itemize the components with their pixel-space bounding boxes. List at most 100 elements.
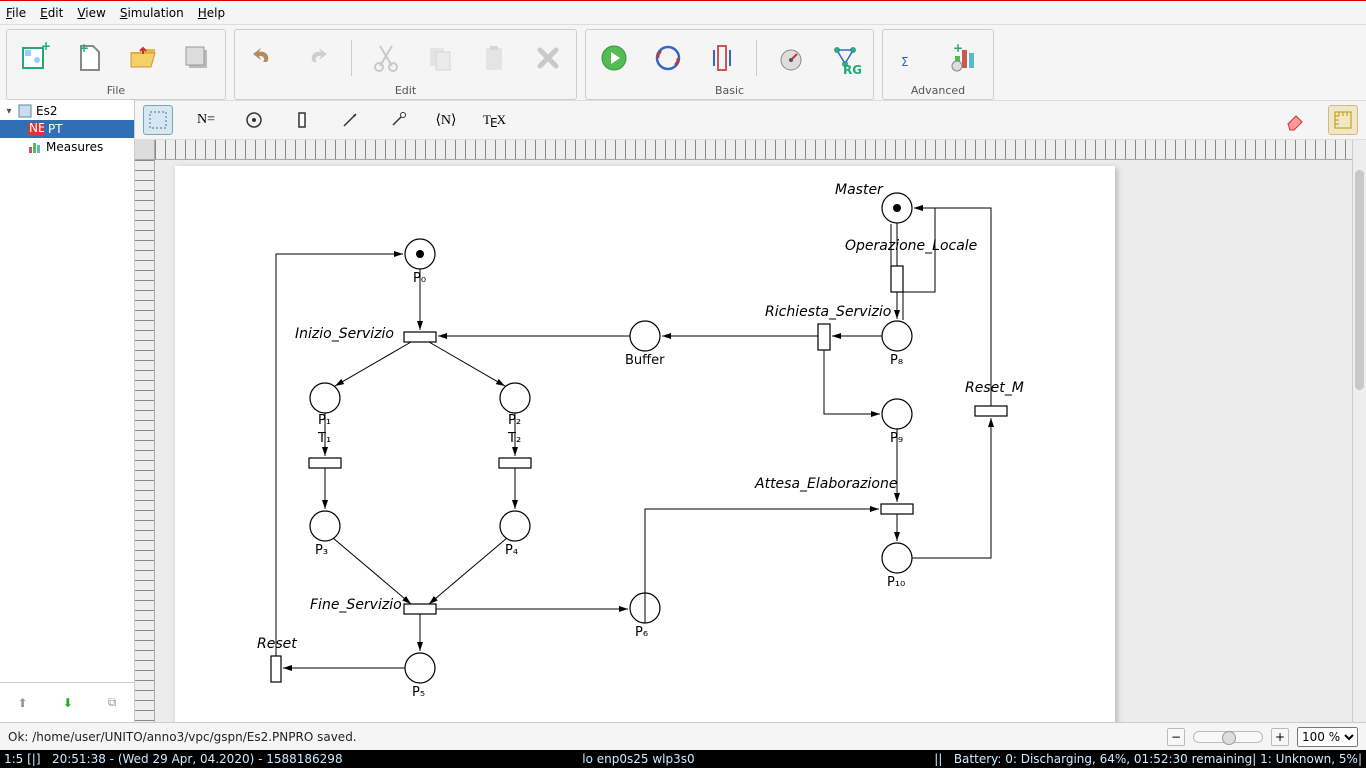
status-message: Ok: /home/user/UNITO/anno3/vpc/gspn/Es2.… bbox=[8, 730, 1155, 744]
toolbar-group-file-label: File bbox=[107, 82, 125, 99]
tex-tool[interactable]: TEX bbox=[479, 105, 509, 135]
open-button[interactable] bbox=[121, 36, 165, 80]
tree-root-label: Es2 bbox=[36, 104, 57, 118]
zoom-select[interactable]: 100 % bbox=[1297, 727, 1358, 747]
copy-button[interactable] bbox=[418, 36, 462, 80]
project-icon bbox=[18, 104, 32, 118]
arc-tool[interactable] bbox=[335, 105, 365, 135]
ruler-vertical bbox=[135, 160, 155, 722]
delete-button[interactable] bbox=[526, 36, 570, 80]
svg-text:RG: RG bbox=[843, 63, 861, 74]
select-tool[interactable] bbox=[143, 105, 173, 135]
svg-text:+: + bbox=[41, 42, 51, 53]
duplicate-button[interactable]: ⧉ bbox=[108, 695, 117, 710]
palette-toolbar: N= ⟨N⟩ TEX bbox=[135, 100, 1366, 140]
menu-view[interactable]: View bbox=[77, 6, 105, 20]
canvas-area: P₀ Inizio_Servizio P₁ P₂ T₁ T₂ bbox=[135, 140, 1366, 722]
chart-button[interactable]: + bbox=[943, 36, 987, 80]
sigma-button[interactable]: Σ bbox=[889, 36, 933, 80]
svg-text:NET: NET bbox=[29, 123, 44, 135]
move-down-button[interactable]: ⬇ bbox=[63, 696, 73, 710]
main-toolbar: + + File Edit bbox=[0, 25, 1366, 100]
status-bar: Ok: /home/user/UNITO/anno3/vpc/gspn/Es2.… bbox=[0, 722, 1366, 750]
tree-item-label: PT bbox=[48, 122, 63, 136]
menu-edit[interactable]: Edit bbox=[40, 6, 63, 20]
svg-text:P₁₀: P₁₀ bbox=[887, 575, 905, 590]
tree-item-label: Measures bbox=[46, 140, 103, 154]
eraser-tool[interactable] bbox=[1280, 105, 1310, 135]
menu-file[interactable]: File bbox=[6, 6, 26, 20]
svg-text:P₄: P₄ bbox=[505, 543, 518, 558]
svg-text:Fine_Servizio: Fine_Servizio bbox=[310, 597, 402, 613]
expand-icon[interactable]: ▾ bbox=[4, 106, 14, 117]
svg-text:P₅: P₅ bbox=[412, 685, 425, 700]
main-area: ▾ Es2 NET PT Measures ⬆ ⬇ ⧉ bbox=[0, 100, 1366, 722]
new-net-button[interactable]: + bbox=[13, 36, 57, 80]
tree-buttons: ⬆ ⬇ ⧉ bbox=[0, 682, 134, 722]
transition-tool[interactable] bbox=[287, 105, 317, 135]
project-tree: ▾ Es2 NET PT Measures ⬆ ⬇ ⧉ bbox=[0, 100, 135, 722]
ruler-toggle[interactable] bbox=[1328, 105, 1358, 135]
reachability-button[interactable]: RG bbox=[823, 36, 867, 80]
toolbar-group-edit-label: Edit bbox=[395, 82, 416, 99]
svg-text:Reset: Reset bbox=[257, 636, 297, 652]
toolbar-group-basic-label: Basic bbox=[715, 82, 744, 99]
angle-tool[interactable]: ⟨N⟩ bbox=[431, 105, 461, 135]
menu-simulation[interactable]: Simulation bbox=[120, 6, 184, 20]
ruler-corner bbox=[135, 140, 155, 160]
zoom-controls: − + 100 % bbox=[1167, 727, 1358, 747]
separator-icon bbox=[351, 40, 352, 76]
svg-text:Buffer: Buffer bbox=[625, 353, 665, 368]
tree-item-pt[interactable]: NET PT bbox=[0, 120, 134, 138]
token-game-button[interactable] bbox=[646, 36, 690, 80]
toolbar-group-edit: Edit bbox=[234, 29, 577, 100]
vertical-scrollbar[interactable] bbox=[1352, 140, 1366, 722]
svg-text:+: + bbox=[79, 42, 89, 55]
ruler-horizontal bbox=[155, 140, 1366, 160]
place-tool[interactable] bbox=[239, 105, 269, 135]
measure-button[interactable] bbox=[769, 36, 813, 80]
svg-text:T₁: T₁ bbox=[317, 431, 331, 446]
svg-text:P₆: P₆ bbox=[635, 625, 648, 640]
unfold-button[interactable] bbox=[700, 36, 744, 80]
save-all-button[interactable] bbox=[175, 36, 219, 80]
menu-help[interactable]: Help bbox=[198, 6, 225, 20]
toolbar-group-basic: RG Basic bbox=[585, 29, 874, 100]
svg-text:Master: Master bbox=[835, 182, 884, 198]
zoom-slider[interactable] bbox=[1193, 731, 1263, 743]
svg-text:Richiesta_Servizio: Richiesta_Servizio bbox=[765, 304, 891, 320]
redo-button[interactable] bbox=[295, 36, 339, 80]
undo-button[interactable] bbox=[241, 36, 285, 80]
svg-text:+: + bbox=[953, 42, 963, 55]
measures-icon bbox=[28, 140, 42, 154]
zoom-out-button[interactable]: − bbox=[1167, 728, 1185, 746]
menu-bar: File Edit View Simulation Help bbox=[0, 1, 1366, 25]
svg-text:Σ: Σ bbox=[901, 55, 909, 69]
move-up-button[interactable]: ⬆ bbox=[18, 696, 28, 710]
svg-text:P₃: P₃ bbox=[315, 543, 328, 558]
net-icon: NET bbox=[28, 123, 44, 135]
tree-root[interactable]: ▾ Es2 bbox=[0, 102, 134, 120]
svg-text:T₂: T₂ bbox=[507, 431, 521, 446]
svg-text:Inizio_Servizio: Inizio_Servizio bbox=[295, 326, 394, 342]
tree-item-measures[interactable]: Measures bbox=[0, 138, 134, 156]
svg-text:Reset_M: Reset_M bbox=[965, 380, 1024, 396]
inhibitor-arc-tool[interactable] bbox=[383, 105, 413, 135]
sysbar-mid: lo enp0s25 wlp3s0 bbox=[343, 752, 935, 766]
canvas[interactable]: P₀ Inizio_Servizio P₁ P₂ T₁ T₂ bbox=[155, 160, 1352, 722]
toolbar-group-advanced-label: Advanced bbox=[911, 82, 965, 99]
toolbar-group-file: + + File bbox=[6, 29, 226, 100]
name-tool[interactable]: N= bbox=[191, 105, 221, 135]
play-button[interactable] bbox=[592, 36, 636, 80]
separator-icon bbox=[756, 40, 757, 76]
svg-text:Attesa_Elaborazione: Attesa_Elaborazione bbox=[754, 476, 897, 492]
svg-text:P₈: P₈ bbox=[890, 353, 903, 368]
toolbar-group-advanced: Σ + Advanced bbox=[882, 29, 994, 100]
paste-button[interactable] bbox=[472, 36, 516, 80]
zoom-in-button[interactable]: + bbox=[1271, 728, 1289, 746]
cut-button[interactable] bbox=[364, 36, 408, 80]
sysbar-right: || Battery: 0: Discharging, 64%, 01:52:3… bbox=[934, 752, 1362, 766]
sysbar-left: 1:5 [|] 20:51:38 - (Wed 29 Apr, 04.2020)… bbox=[4, 752, 343, 766]
page[interactable]: P₀ Inizio_Servizio P₁ P₂ T₁ T₂ bbox=[175, 166, 1115, 722]
new-page-button[interactable]: + bbox=[67, 36, 111, 80]
